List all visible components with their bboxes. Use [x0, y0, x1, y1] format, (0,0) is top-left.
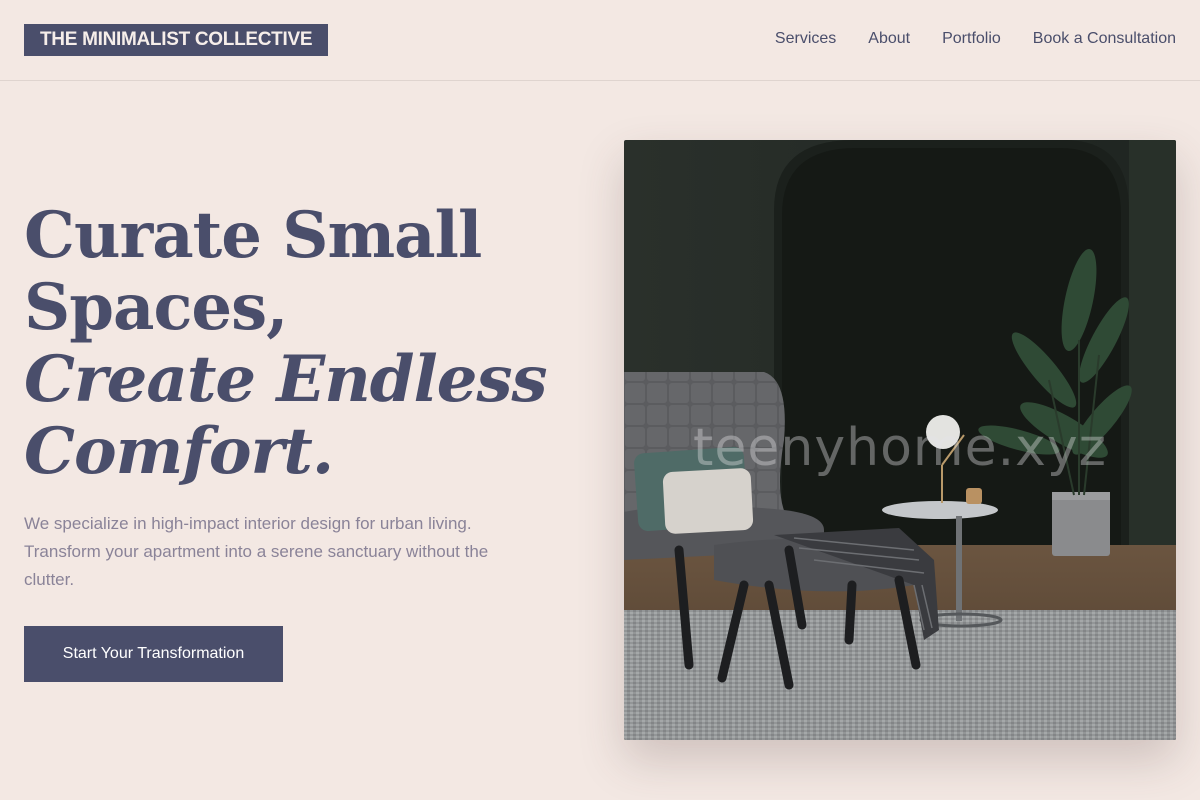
headline-line-1: Curate Small — [24, 198, 482, 273]
main-nav: Services About Portfolio Book a Consulta… — [775, 30, 1176, 48]
nav-link-book-consultation[interactable]: Book a Consultation — [1033, 30, 1176, 48]
hero-image: teenyhome.xyz — [624, 140, 1176, 740]
top-navigation-bar: THE MINIMALIST COLLECTIVE Services About… — [0, 0, 1200, 81]
nav-link-services[interactable]: Services — [775, 30, 836, 48]
nav-link-portfolio[interactable]: Portfolio — [942, 30, 1001, 48]
brand-logo[interactable]: THE MINIMALIST COLLECTIVE — [24, 24, 329, 56]
headline-line-4: Comfort. — [24, 414, 334, 489]
headline-line-2: Spaces, — [24, 270, 288, 345]
start-transformation-button[interactable]: Start Your Transformation — [24, 626, 283, 682]
watermark-text: teenyhome.xyz — [693, 418, 1107, 478]
nav-link-about[interactable]: About — [868, 30, 910, 48]
hero-headline: Curate Small Spaces, Create Endless Comf… — [24, 198, 548, 489]
headline-line-3: Create Endless — [24, 342, 548, 417]
hero-description: We specialize in high-impact interior de… — [24, 514, 489, 589]
